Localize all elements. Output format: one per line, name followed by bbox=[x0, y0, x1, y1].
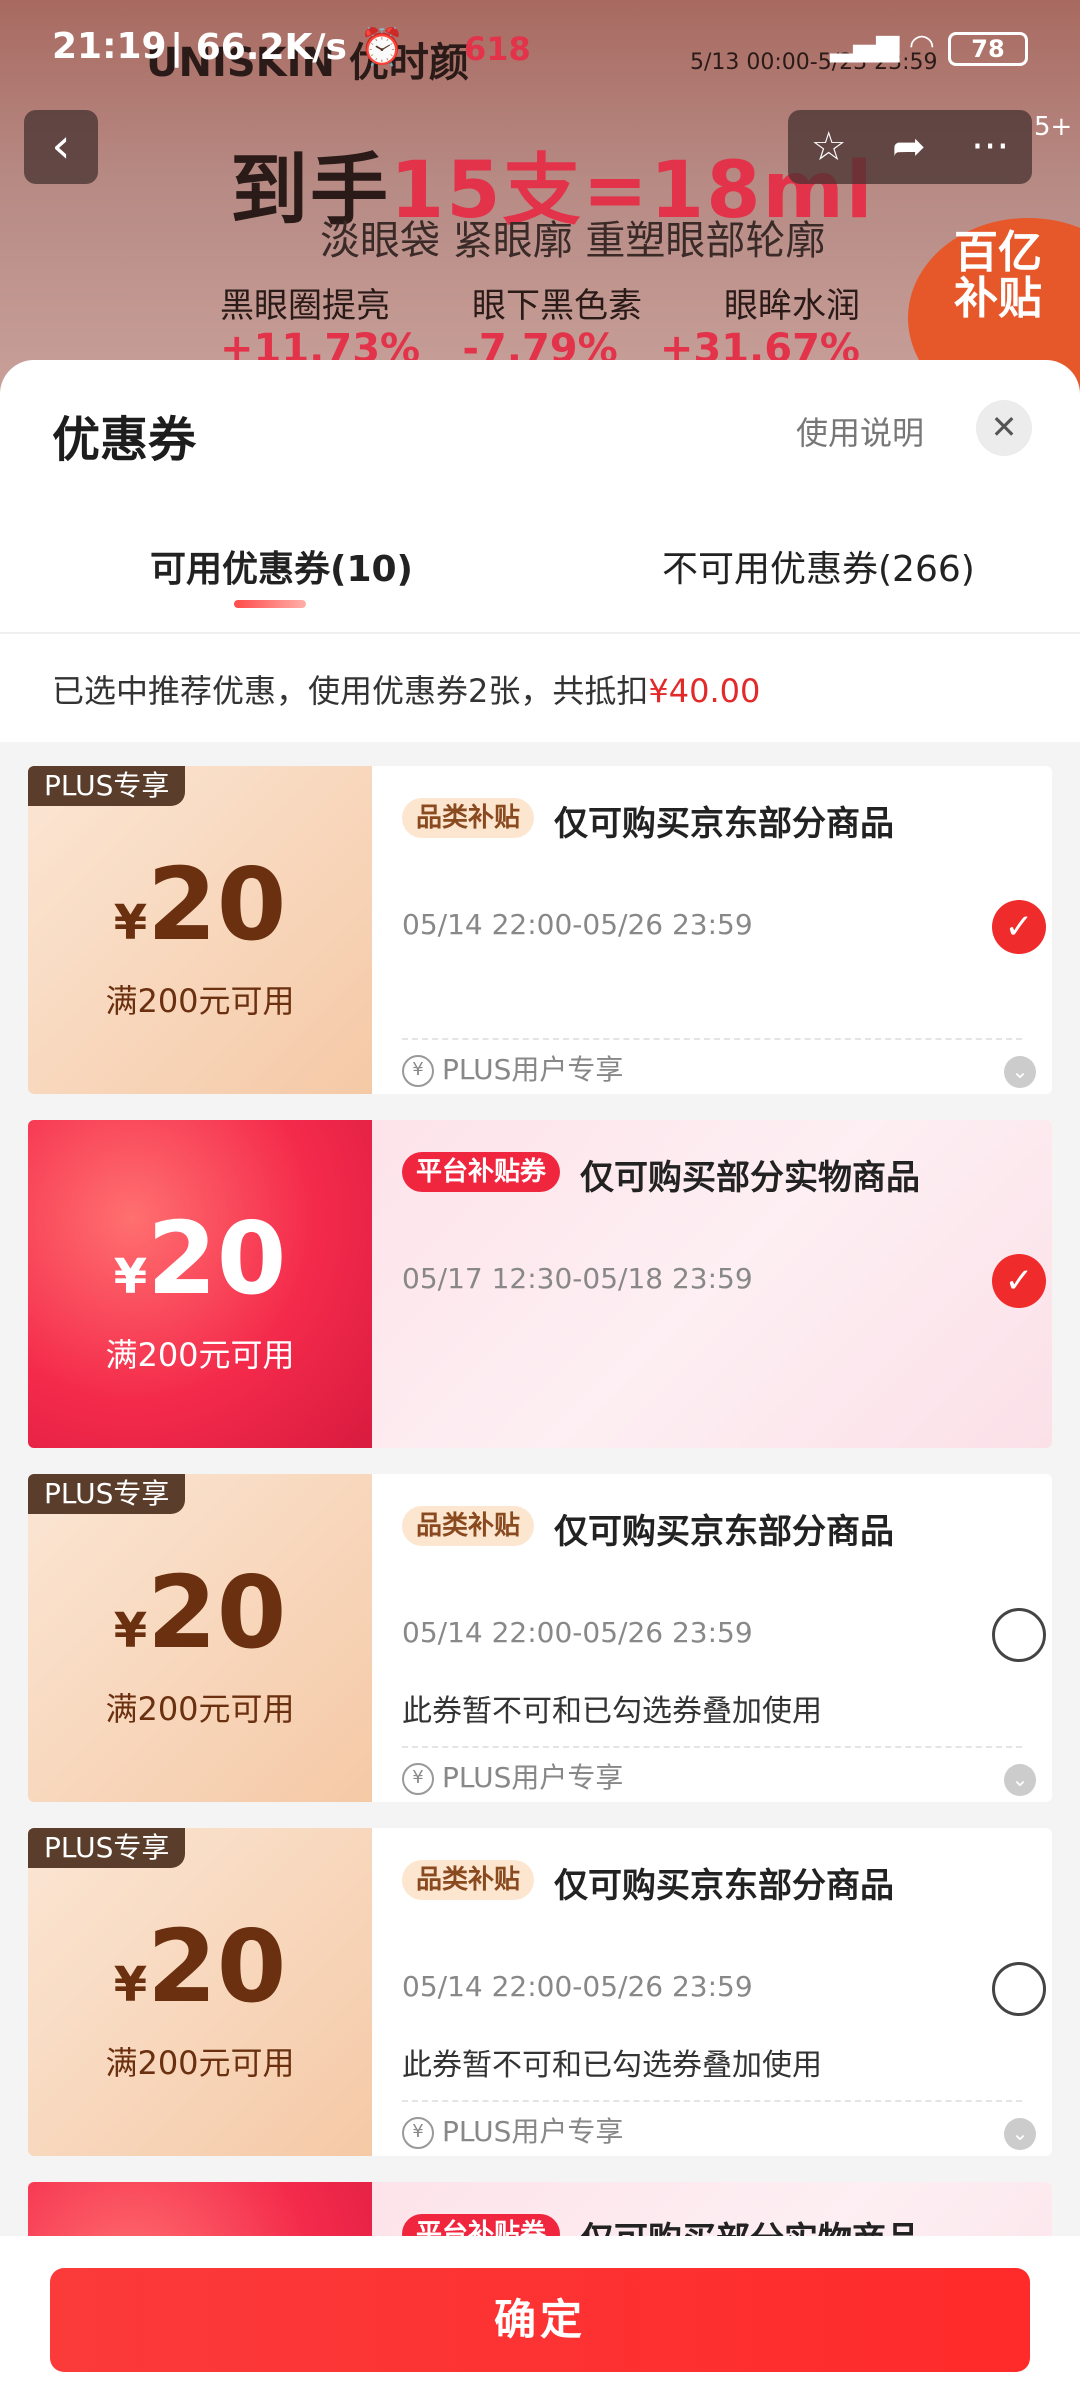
more-icon[interactable]: ··· bbox=[971, 124, 1009, 170]
coupon-type-badge: 品类补贴 bbox=[402, 798, 535, 838]
coupon-condition: 满200元可用 bbox=[105, 982, 295, 1020]
promo-badge-line2: 补贴 bbox=[954, 273, 1042, 324]
dashed-divider bbox=[402, 2100, 1022, 2102]
close-icon: ✕ bbox=[990, 408, 1018, 446]
coupon-detail: 品类补贴 仅可购买京东部分商品 05/14 22:00-05/26 23:59 … bbox=[372, 766, 1052, 1094]
feature-label: 眼下黑色素 bbox=[472, 286, 642, 326]
plus-exclusive-tag: PLUS专享 bbox=[28, 1828, 186, 1868]
tab-unavailable-coupons[interactable]: 不可用优惠券(266) bbox=[662, 540, 975, 592]
active-tab-indicator bbox=[234, 600, 306, 608]
coupon-footer: ¥ PLUS用户专享 bbox=[402, 2110, 623, 2150]
coupon-type-badge: 平台补贴券 bbox=[402, 1152, 561, 1192]
coupon-amount-value: 20 bbox=[147, 1200, 287, 1317]
coupon-value-panel: PLUS专享 ¥20 满200元可用 bbox=[28, 1474, 372, 1802]
promo-badge-line1: 百亿 bbox=[954, 227, 1042, 278]
coupon-sheet: 优惠券 使用说明 ✕ 可用优惠券(10) 不可用优惠券(266) 已选中推荐优惠… bbox=[0, 360, 1080, 2400]
coupon-detail: 平台补贴券 仅可购买部分实物商品 05/17 12:30-05/18 23:59… bbox=[372, 1120, 1052, 1448]
check-icon[interactable]: ✓ bbox=[992, 900, 1046, 954]
coupon-detail: 品类补贴 仅可购买京东部分商品 05/14 22:00-05/26 23:59 … bbox=[372, 1828, 1052, 2156]
coupon-card[interactable]: PLUS专享 ¥20 满200元可用 品类补贴 仅可购买京东部分商品 05/14… bbox=[28, 766, 1052, 1094]
coupon-validity: 05/14 22:00-05/26 23:59 bbox=[402, 1970, 753, 2003]
coupon-validity: 05/14 22:00-05/26 23:59 bbox=[402, 1616, 753, 1649]
coupon-stacking-note: 此券暂不可和已勾选券叠加使用 bbox=[402, 1694, 822, 1729]
currency-symbol: ¥ bbox=[113, 1249, 148, 1305]
chevron-down-icon[interactable]: ⌄ bbox=[1004, 1764, 1036, 1796]
select-radio[interactable] bbox=[992, 1608, 1046, 1662]
coupon-footer: ¥ PLUS用户专享 bbox=[402, 1048, 623, 1088]
currency-symbol: ¥ bbox=[113, 1957, 148, 2013]
coupon-description: 仅可购买部分实物商品 bbox=[580, 1158, 920, 1198]
coupon-list: PLUS专享 ¥20 满200元可用 品类补贴 仅可购买京东部分商品 05/14… bbox=[0, 742, 1080, 2400]
coupon-amount-value: 20 bbox=[147, 1908, 287, 2025]
confirm-button[interactable]: 确定 bbox=[50, 2268, 1030, 2372]
share-icon[interactable]: ➦ bbox=[892, 124, 926, 170]
bottom-bar: 确定 bbox=[0, 2236, 1080, 2400]
coupon-card[interactable]: PLUS专享 ¥20 满200元可用 品类补贴 仅可购买京东部分商品 05/14… bbox=[28, 1828, 1052, 2156]
check-icon[interactable]: ✓ bbox=[992, 1254, 1046, 1308]
banner-subheadline: 淡眼袋 紧眼廓 重塑眼部轮廓 bbox=[320, 218, 826, 264]
coupon-card[interactable]: PLUS专享 ¥20 满200元可用 品类补贴 仅可购买京东部分商品 05/14… bbox=[28, 1474, 1052, 1802]
selection-summary: 已选中推荐优惠，使用优惠券2张，共抵扣¥40.00 bbox=[52, 666, 760, 712]
coupon-condition: 满200元可用 bbox=[105, 2044, 295, 2082]
coupon-footer-text: PLUS用户专享 bbox=[442, 2115, 624, 2148]
signal-icon: ▂▄▆ ◠ bbox=[830, 28, 935, 63]
divider bbox=[0, 632, 1080, 634]
dashed-divider bbox=[402, 1746, 1022, 1748]
feature-label: 黑眼圈提亮 bbox=[220, 286, 390, 326]
dashed-divider bbox=[402, 1038, 1022, 1040]
chevron-down-icon[interactable]: ⌄ bbox=[1004, 2118, 1036, 2150]
star-icon[interactable]: ☆ bbox=[811, 124, 847, 170]
sheet-title: 优惠券 bbox=[52, 412, 197, 468]
coupon-value-panel: PLUS专享 ¥20 满200元可用 bbox=[28, 1828, 372, 2156]
coupon-detail: 品类补贴 仅可购买京东部分商品 05/14 22:00-05/26 23:59 … bbox=[372, 1474, 1052, 1802]
yen-coin-icon: ¥ bbox=[402, 1055, 434, 1087]
notification-count: 5+ bbox=[1034, 112, 1073, 142]
back-button[interactable]: ‹ bbox=[24, 110, 98, 184]
coupon-amount-value: 20 bbox=[147, 846, 287, 963]
coupon-type-badge: 品类补贴 bbox=[402, 1506, 535, 1546]
coupon-type-badge: 品类补贴 bbox=[402, 1860, 535, 1900]
currency-symbol: ¥ bbox=[113, 895, 148, 951]
status-bar: 21:19 | 66.2K/s ⏰ ▂▄▆ ◠ 78 bbox=[0, 0, 1080, 96]
summary-text: 已选中推荐优惠，使用优惠券2张，共抵扣 bbox=[52, 672, 649, 710]
coupon-amount: ¥20 bbox=[28, 1908, 372, 2025]
coupon-footer-text: PLUS用户专享 bbox=[442, 1053, 624, 1086]
nav-actions: ☆ ➦ ··· bbox=[788, 110, 1032, 184]
usage-instructions-link[interactable]: 使用说明 bbox=[796, 408, 924, 454]
coupon-validity: 05/14 22:00-05/26 23:59 bbox=[402, 908, 753, 941]
coupon-description: 仅可购买京东部分商品 bbox=[554, 1866, 894, 1906]
network-speed: | 66.2K/s ⏰ bbox=[170, 27, 405, 68]
coupon-amount: ¥20 bbox=[28, 1554, 372, 1671]
coupon-amount: ¥20 bbox=[28, 1200, 372, 1317]
close-button[interactable]: ✕ bbox=[976, 400, 1032, 456]
coupon-description: 仅可购买京东部分商品 bbox=[554, 804, 894, 844]
status-time: 21:19 bbox=[52, 26, 167, 67]
feature-label: 眼眸水润 bbox=[724, 286, 860, 326]
network-speed-value: 66.2K/s bbox=[195, 27, 347, 68]
coupon-description: 仅可购买京东部分商品 bbox=[554, 1512, 894, 1552]
coupon-card[interactable]: ¥20 满200元可用 平台补贴券 仅可购买部分实物商品 05/17 12:30… bbox=[28, 1120, 1052, 1448]
chevron-left-icon: ‹ bbox=[51, 118, 71, 174]
banner-features: 黑眼圈提亮 眼下黑色素 眼眸水润 bbox=[220, 278, 860, 327]
coupon-footer-text: PLUS用户专享 bbox=[442, 1761, 624, 1794]
yen-coin-icon: ¥ bbox=[402, 2117, 434, 2149]
coupon-value-panel: PLUS专享 ¥20 满200元可用 bbox=[28, 766, 372, 1094]
plus-exclusive-tag: PLUS专享 bbox=[28, 766, 186, 806]
summary-amount: ¥40.00 bbox=[648, 672, 761, 710]
yen-coin-icon: ¥ bbox=[402, 1763, 434, 1795]
coupon-amount-value: 20 bbox=[147, 1554, 287, 1671]
plus-exclusive-tag: PLUS专享 bbox=[28, 1474, 186, 1514]
battery-icon: 78 bbox=[948, 32, 1028, 66]
coupon-validity: 05/17 12:30-05/18 23:59 bbox=[402, 1262, 753, 1295]
currency-symbol: ¥ bbox=[113, 1603, 148, 1659]
coupon-value-panel: ¥20 满200元可用 bbox=[28, 1120, 372, 1448]
coupon-condition: 满200元可用 bbox=[105, 1336, 295, 1374]
coupon-condition: 满200元可用 bbox=[105, 1690, 295, 1728]
select-radio[interactable] bbox=[992, 1962, 1046, 2016]
tab-available-coupons[interactable]: 可用优惠券(10) bbox=[150, 540, 413, 592]
chevron-down-icon[interactable]: ⌄ bbox=[1004, 1056, 1036, 1088]
coupon-stacking-note: 此券暂不可和已勾选券叠加使用 bbox=[402, 2048, 822, 2083]
coupon-footer: ¥ PLUS用户专享 bbox=[402, 1756, 623, 1796]
coupon-amount: ¥20 bbox=[28, 846, 372, 963]
